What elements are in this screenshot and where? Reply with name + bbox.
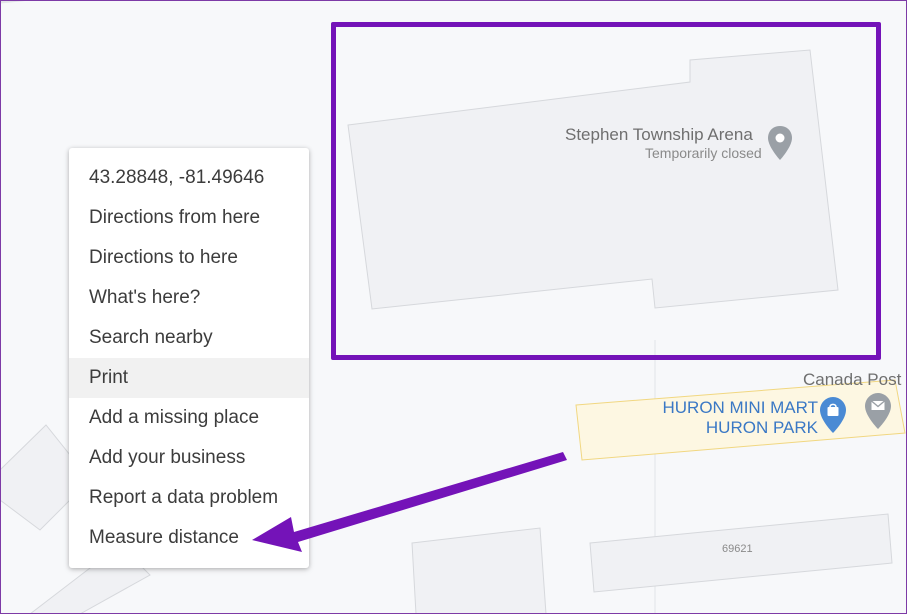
menu-item-directions-to-here[interactable]: Directions to here: [69, 238, 309, 278]
menu-item-print[interactable]: Print: [69, 358, 309, 398]
address-number-label: 69621: [722, 543, 753, 555]
menu-item-search-nearby[interactable]: Search nearby: [69, 318, 309, 358]
menu-item-directions-from-here[interactable]: Directions from here: [69, 198, 309, 238]
mini-mart-subname: HURON PARK: [705, 418, 818, 437]
canada-post-label[interactable]: Canada Post: [803, 370, 901, 390]
menu-item-coordinates[interactable]: 43.28848, -81.49646: [69, 158, 309, 198]
mini-mart-name: HURON MINI MART: [662, 398, 818, 417]
context-menu: 43.28848, -81.49646 Directions from here…: [69, 148, 309, 568]
building-footprint: [411, 527, 547, 614]
menu-item-report-data-problem[interactable]: Report a data problem: [69, 478, 309, 518]
menu-item-add-missing-place[interactable]: Add a missing place: [69, 398, 309, 438]
menu-item-add-your-business[interactable]: Add your business: [69, 438, 309, 478]
mail-pin-icon[interactable]: [864, 392, 892, 430]
mini-mart-label[interactable]: HURON MINI MART HURON PARK: [640, 398, 818, 438]
highlight-box: [331, 22, 881, 360]
shopping-bag-pin-icon[interactable]: [819, 396, 847, 434]
menu-item-measure-distance[interactable]: Measure distance: [69, 518, 309, 558]
menu-item-whats-here[interactable]: What's here?: [69, 278, 309, 318]
